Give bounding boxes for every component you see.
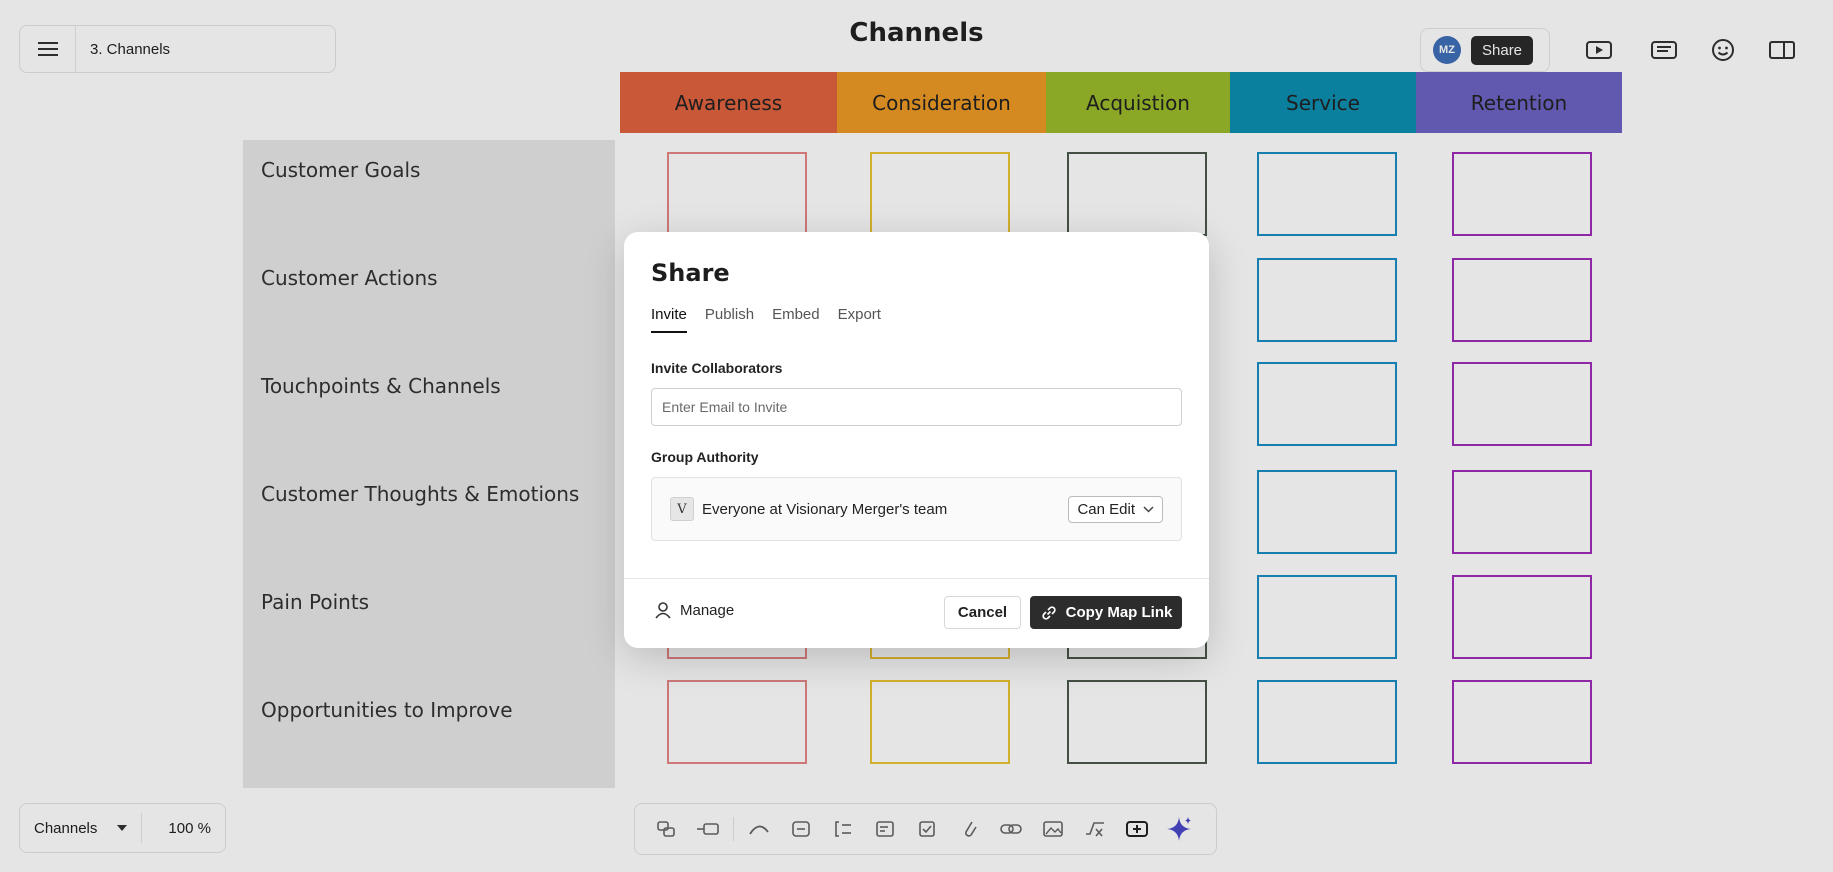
team-icon: V — [670, 497, 694, 521]
invite-collaborators-label: Invite Collaborators — [651, 360, 783, 376]
copy-map-link-label: Copy Map Link — [1065, 604, 1173, 621]
cancel-button[interactable]: Cancel — [944, 596, 1021, 629]
tab-publish[interactable]: Publish — [705, 306, 754, 333]
group-authority-label: Group Authority — [651, 449, 759, 465]
tab-export[interactable]: Export — [838, 306, 881, 333]
tab-invite[interactable]: Invite — [651, 306, 687, 333]
share-tabs: Invite Publish Embed Export — [651, 306, 881, 333]
permission-value: Can Edit — [1077, 500, 1135, 518]
permission-select[interactable]: Can Edit — [1068, 495, 1163, 523]
team-name: Everyone at Visionary Merger's team — [702, 500, 948, 518]
link-icon — [1042, 605, 1056, 620]
copy-map-link-button[interactable]: Copy Map Link — [1030, 596, 1182, 629]
group-authority-row: V Everyone at Visionary Merger's team Ca… — [651, 477, 1182, 541]
share-dialog: Share Invite Publish Embed Export Invite… — [624, 232, 1209, 648]
tab-embed[interactable]: Embed — [772, 306, 820, 333]
chevron-down-icon — [1143, 505, 1154, 513]
dialog-title: Share — [651, 259, 730, 287]
manage-button[interactable]: Manage — [654, 601, 734, 619]
email-invite-input[interactable] — [651, 388, 1182, 426]
user-icon — [655, 602, 671, 619]
manage-label: Manage — [680, 601, 735, 619]
dialog-footer: Manage Cancel Copy Map Link — [624, 578, 1209, 648]
